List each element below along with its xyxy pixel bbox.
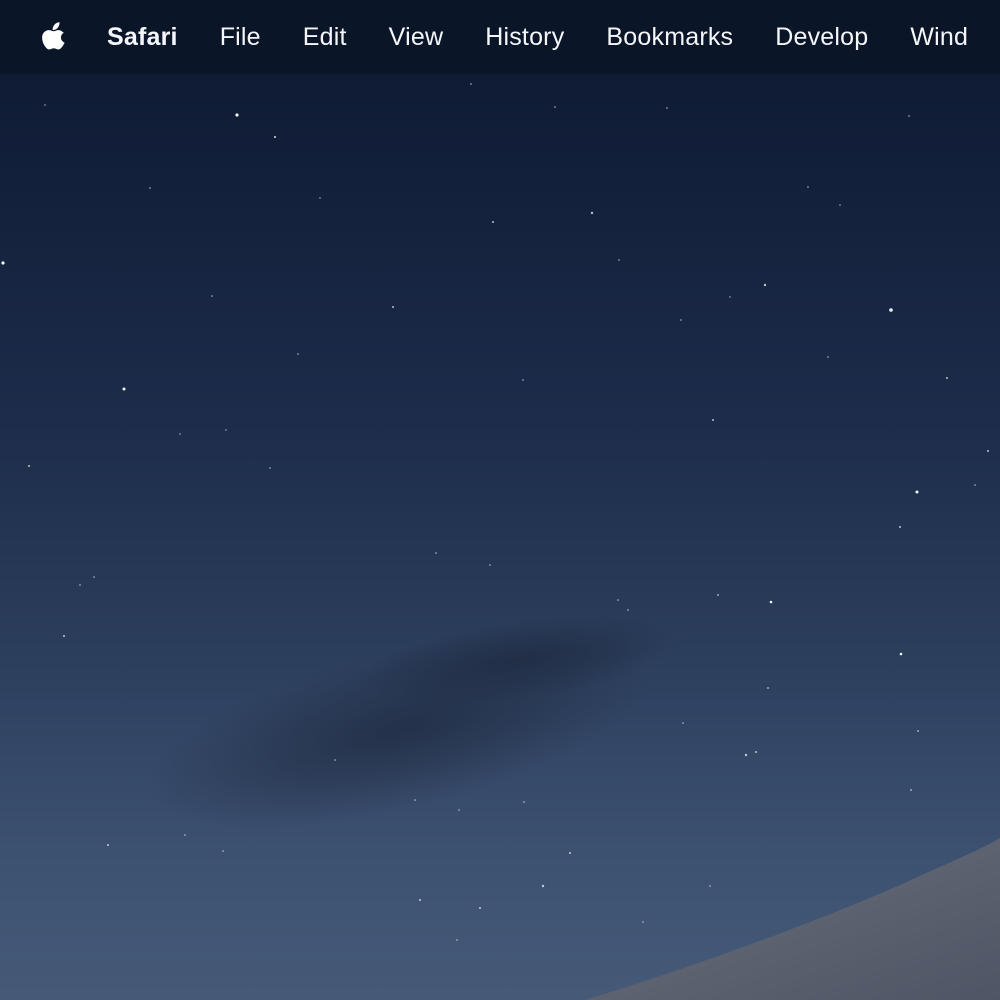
desktop: Safari File Edit View History Bookmarks … <box>0 0 1000 1000</box>
star <box>319 197 321 199</box>
star <box>222 850 224 852</box>
star <box>470 83 472 85</box>
menu-bar: Safari File Edit View History Bookmarks … <box>0 0 1000 74</box>
star <box>44 104 46 106</box>
star <box>541 884 545 888</box>
star <box>767 687 769 689</box>
star <box>709 885 711 887</box>
dune-shape <box>585 838 1000 1000</box>
star <box>1 261 5 265</box>
star <box>763 283 767 287</box>
star <box>682 722 684 724</box>
star <box>889 308 893 312</box>
star <box>915 490 919 494</box>
star <box>908 115 910 117</box>
menu-history[interactable]: History <box>485 0 564 74</box>
star <box>414 799 416 801</box>
star <box>122 387 126 391</box>
star <box>618 259 620 261</box>
star <box>717 594 719 596</box>
star <box>456 939 458 941</box>
star <box>419 899 421 901</box>
star <box>590 211 594 215</box>
star <box>744 753 748 757</box>
stars <box>1 83 989 941</box>
star <box>63 635 65 637</box>
star <box>899 652 903 656</box>
star <box>107 844 109 846</box>
star <box>225 429 227 431</box>
star <box>489 564 491 566</box>
star <box>211 295 213 297</box>
menu-edit[interactable]: Edit <box>303 0 347 74</box>
menu-app-name[interactable]: Safari <box>107 0 178 74</box>
star <box>910 789 912 791</box>
star <box>479 907 481 909</box>
star <box>522 379 524 381</box>
star <box>617 599 619 601</box>
star <box>729 296 731 298</box>
star <box>273 135 277 139</box>
desktop-wallpaper <box>1 83 1000 1000</box>
star <box>642 921 644 923</box>
star <box>334 759 336 761</box>
star <box>28 465 30 467</box>
menu-window[interactable]: Wind <box>910 0 968 74</box>
star <box>458 809 460 811</box>
star <box>179 433 181 435</box>
star <box>666 107 668 109</box>
star <box>184 834 186 836</box>
star <box>917 730 919 732</box>
star <box>435 552 437 554</box>
star <box>680 319 682 321</box>
menu-view[interactable]: View <box>389 0 444 74</box>
star <box>807 186 809 188</box>
star <box>627 609 629 611</box>
star <box>79 584 81 586</box>
star <box>392 306 394 308</box>
menu-develop[interactable]: Develop <box>775 0 868 74</box>
star <box>297 353 299 355</box>
menu-bookmarks[interactable]: Bookmarks <box>606 0 733 74</box>
star <box>712 419 714 421</box>
star <box>769 600 773 604</box>
star <box>93 576 95 578</box>
star <box>974 484 976 486</box>
star <box>149 187 151 189</box>
star <box>269 467 271 469</box>
star <box>755 751 757 753</box>
star <box>554 106 556 108</box>
apple-menu-icon[interactable] <box>39 20 69 54</box>
star <box>946 377 948 379</box>
menu-file[interactable]: File <box>220 0 261 74</box>
star <box>899 526 901 528</box>
star <box>839 204 841 206</box>
star <box>235 113 239 117</box>
star <box>987 450 989 452</box>
star <box>492 221 494 223</box>
star <box>569 852 571 854</box>
star <box>827 356 829 358</box>
star <box>523 801 525 803</box>
